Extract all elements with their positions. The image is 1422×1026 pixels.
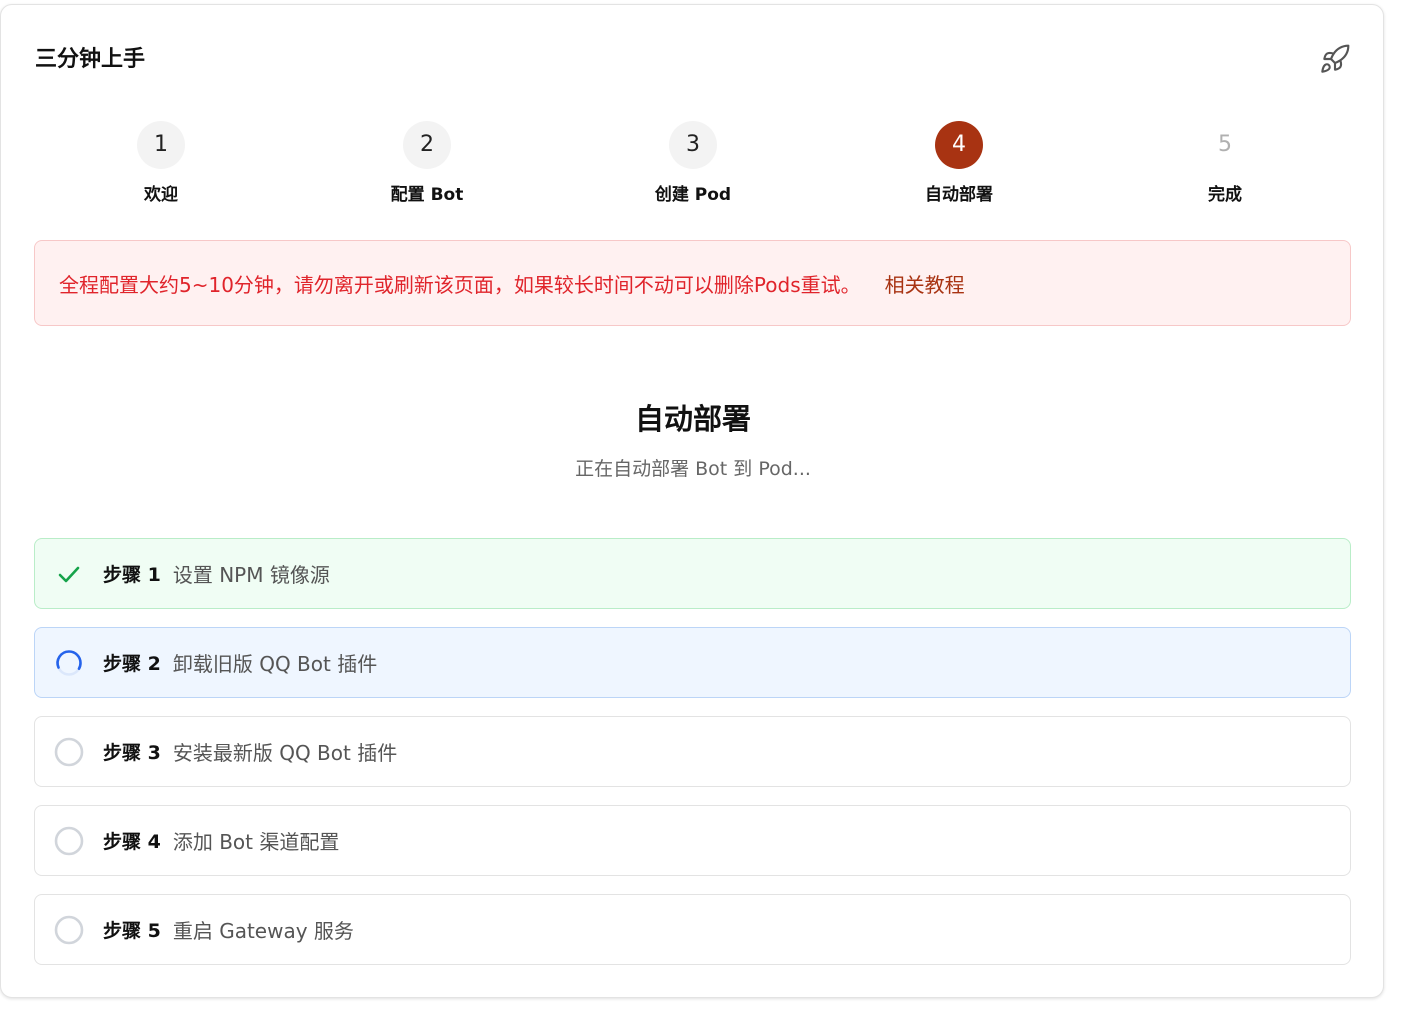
stage-label: 配置 Bot	[390, 185, 464, 205]
task-number: 步骤 2	[103, 653, 161, 675]
stage-finish: 5 完成	[1155, 121, 1295, 207]
task-row: 步骤 1 设置 NPM 镜像源	[34, 538, 1351, 609]
rocket-icon[interactable]	[1319, 43, 1351, 75]
task-description: 设置 NPM 镜像源	[172, 563, 330, 587]
task-description: 重启 Gateway 服务	[172, 919, 354, 943]
task-row: 步骤 4 添加 Bot 渠道配置	[34, 805, 1351, 876]
stage-number-active: 4	[935, 121, 983, 169]
warning-notice: 全程配置大约5~10分钟，请勿离开或刷新该页面，如果较长时间不动可以删除Pods…	[34, 240, 1351, 326]
stage-number: 1	[137, 121, 185, 169]
task-description: 添加 Bot 渠道配置	[172, 830, 340, 854]
task-number: 步骤 1	[103, 564, 161, 586]
task-number: 步骤 3	[103, 742, 161, 764]
stage-label: 完成	[1208, 185, 1242, 205]
card-title: 三分钟上手	[35, 47, 146, 72]
check-icon	[58, 566, 80, 582]
stage-number: 3	[669, 121, 717, 169]
circle-icon	[54, 737, 84, 766]
stage-configure-bot: 2 配置 Bot	[357, 121, 497, 207]
quickstart-card: 三分钟上手 1 欢迎 2 配置 Bot 3 创建 Pod 4 自动部署 5 完成…	[0, 4, 1384, 998]
spinner-icon	[56, 649, 82, 676]
task-row: 步骤 3 安装最新版 QQ Bot 插件	[34, 716, 1351, 787]
task-row: 步骤 5 重启 Gateway 服务	[34, 894, 1351, 965]
tutorial-link[interactable]: 相关教程	[885, 269, 965, 298]
task-row: 步骤 2 卸载旧版 QQ Bot 插件	[34, 627, 1351, 698]
stage-number-pending: 5	[1218, 132, 1232, 157]
stage-auto-deploy: 4 自动部署	[889, 121, 1029, 207]
task-description: 卸载旧版 QQ Bot 插件	[172, 652, 378, 676]
section-title: 自动部署	[634, 402, 751, 436]
stepper: 1 欢迎 2 配置 Bot 3 创建 Pod 4 自动部署 5 完成	[1, 121, 1385, 211]
circle-icon	[54, 915, 84, 944]
stage-label: 欢迎	[144, 185, 178, 205]
task-number: 步骤 4	[103, 831, 161, 853]
notice-text: 全程配置大约5~10分钟，请勿离开或刷新该页面，如果较长时间不动可以删除Pods…	[59, 272, 861, 297]
task-number: 步骤 5	[103, 920, 161, 942]
stage-label: 自动部署	[925, 185, 993, 205]
stage-number: 2	[403, 121, 451, 169]
stage-create-pod: 3 创建 Pod	[623, 121, 763, 207]
task-description: 安装最新版 QQ Bot 插件	[172, 741, 398, 765]
stage-label: 创建 Pod	[654, 185, 732, 205]
section-subtitle: 正在自动部署 Bot 到 Pod...	[575, 458, 811, 480]
stage-welcome: 1 欢迎	[91, 121, 231, 207]
circle-icon	[54, 826, 84, 855]
